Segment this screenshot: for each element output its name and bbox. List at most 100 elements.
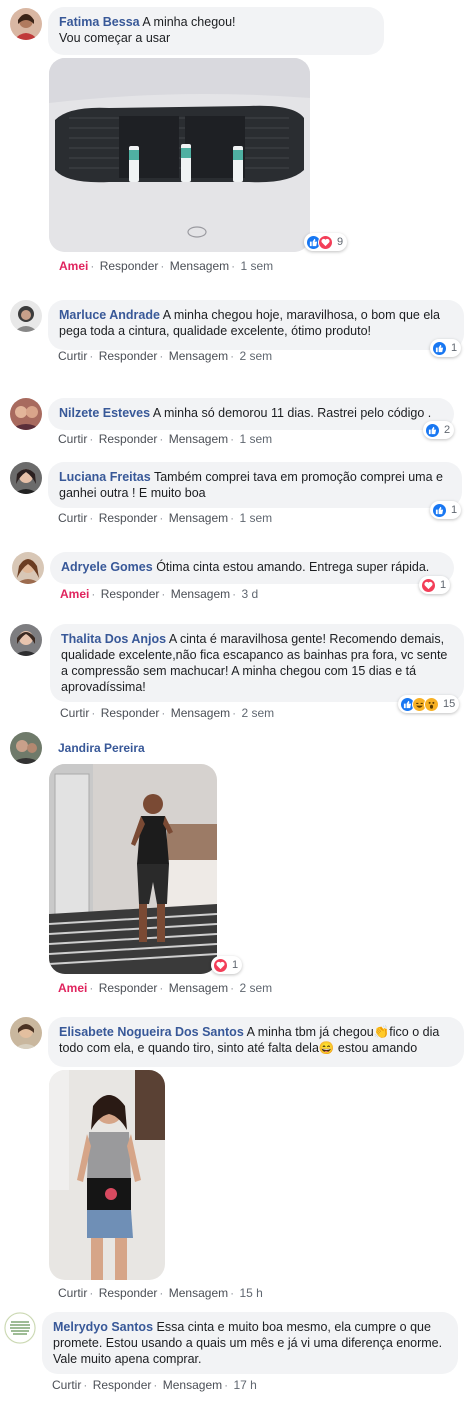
comment-fatima-bessa: Fatima Bessa A minha chegou! Vou começar…: [0, 0, 472, 280]
message-button[interactable]: Mensagem: [171, 706, 230, 720]
timestamp[interactable]: 2 sem: [239, 981, 272, 995]
avatar[interactable]: [10, 624, 42, 656]
reply-button[interactable]: Responder: [101, 706, 160, 720]
timestamp[interactable]: 2 sem: [239, 349, 272, 363]
author-name[interactable]: Nilzete Esteves: [59, 406, 150, 420]
comment-bubble: Nilzete Esteves A minha só demorou 11 di…: [48, 398, 454, 430]
avatar[interactable]: [10, 300, 42, 332]
reaction-summary[interactable]: 9: [304, 233, 348, 251]
message-button[interactable]: Mensagem: [170, 259, 229, 273]
avatar[interactable]: [10, 398, 42, 430]
reaction-summary[interactable]: 2: [423, 421, 455, 439]
comment-actions: Curtir · Responder · Mensagem · 1 sem: [58, 511, 273, 525]
love-reaction-icon: [318, 234, 333, 250]
comment-elisabete-nogueira-dos-santos: Elisabete Nogueira Dos Santos A minha tb…: [0, 1010, 472, 1305]
author-name[interactable]: Jandira Pereira: [58, 741, 145, 755]
comment-photo[interactable]: [49, 58, 310, 252]
comment-jandira-pereira: Jandira Pereira 1 Amei · Responder · Men…: [0, 728, 472, 1000]
love-button[interactable]: Amei: [59, 259, 88, 273]
timestamp[interactable]: 1 sem: [240, 259, 273, 273]
reply-button[interactable]: Responder: [101, 587, 160, 601]
avatar[interactable]: [10, 462, 42, 494]
like-button[interactable]: Curtir: [52, 1378, 81, 1392]
comment-text: A minha só demorou 11 dias. Rastrei pelo…: [152, 406, 432, 420]
reply-button[interactable]: Responder: [99, 349, 158, 363]
reaction-summary[interactable]: 1: [419, 576, 451, 594]
love-reaction-icon: [421, 577, 436, 593]
comment-luciana-freitas: Luciana Freitas Também comprei tava em p…: [0, 458, 472, 528]
timestamp[interactable]: 2 sem: [241, 706, 274, 720]
reaction-count: 2: [444, 424, 451, 436]
reaction-summary[interactable]: 1: [211, 956, 243, 974]
timestamp[interactable]: 17 h: [233, 1378, 256, 1392]
message-button[interactable]: Mensagem: [169, 1286, 228, 1300]
reply-button[interactable]: Responder: [93, 1378, 152, 1392]
comment-text: Ótima cinta estou amando. Entrega super …: [156, 560, 430, 574]
avatar[interactable]: [10, 732, 42, 764]
timestamp[interactable]: 1 sem: [239, 432, 272, 446]
reply-button[interactable]: Responder: [99, 1286, 158, 1300]
like-button[interactable]: Curtir: [58, 349, 87, 363]
message-button[interactable]: Mensagem: [163, 1378, 222, 1392]
love-reaction-icon: [213, 957, 228, 973]
author-name[interactable]: Luciana Freitas: [59, 470, 151, 484]
love-button[interactable]: Amei: [58, 981, 87, 995]
reaction-count: 9: [337, 236, 344, 248]
reaction-count: 15: [443, 698, 456, 710]
avatar[interactable]: [10, 8, 42, 40]
wow-reaction-icon: [424, 696, 439, 712]
like-reaction-icon: [432, 340, 447, 356]
author-name[interactable]: Thalita Dos Anjos: [61, 632, 166, 646]
reply-button[interactable]: Responder: [99, 981, 158, 995]
like-button[interactable]: Curtir: [58, 1286, 87, 1300]
avatar[interactable]: [4, 1312, 36, 1344]
like-button[interactable]: Curtir: [60, 706, 89, 720]
reaction-summary[interactable]: 1: [430, 501, 462, 519]
comment-melrydyo-santos: Melrydyo Santos Essa cinta e muito boa m…: [0, 1305, 472, 1401]
message-button[interactable]: Mensagem: [169, 349, 228, 363]
comment-actions: Curtir · Responder · Mensagem · 2 sem: [58, 349, 273, 363]
reply-button[interactable]: Responder: [99, 432, 158, 446]
comment-actions: Amei · Responder · Mensagem · 1 sem: [59, 259, 274, 273]
reaction-count: 1: [232, 959, 239, 971]
comment-actions: Curtir · Responder · Mensagem · 1 sem: [58, 432, 273, 446]
author-name[interactable]: Melrydyo Santos: [53, 1320, 153, 1334]
message-button[interactable]: Mensagem: [169, 432, 228, 446]
comment-bubble: Fatima Bessa A minha chegou! Vou começar…: [48, 7, 384, 55]
comment-photo[interactable]: [49, 1070, 165, 1280]
comment-actions: Amei · Responder · Mensagem · 2 sem: [58, 981, 273, 995]
like-reaction-icon: [425, 422, 440, 438]
comment-thalita-dos-anjos: Thalita Dos Anjos A cinta é maravilhosa …: [0, 620, 472, 725]
avatar[interactable]: [10, 1017, 42, 1049]
comment-adryele-gomes: Adryele Gomes Ótima cinta estou amando. …: [0, 545, 472, 605]
message-button[interactable]: Mensagem: [171, 587, 230, 601]
comment-nilzete-esteves: Nilzete Esteves A minha só demorou 11 di…: [0, 390, 472, 450]
like-reaction-icon: [432, 502, 447, 518]
author-name[interactable]: Elisabete Nogueira Dos Santos: [59, 1025, 244, 1039]
reply-button[interactable]: Responder: [100, 259, 159, 273]
author-name[interactable]: Fatima Bessa: [59, 15, 140, 29]
timestamp[interactable]: 15 h: [239, 1286, 262, 1300]
comment-bubble: Elisabete Nogueira Dos Santos A minha tb…: [48, 1017, 464, 1067]
reaction-summary[interactable]: 15: [398, 695, 460, 713]
comment-photo[interactable]: [49, 764, 217, 974]
like-button[interactable]: Curtir: [58, 511, 87, 525]
reply-button[interactable]: Responder: [99, 511, 158, 525]
reaction-summary[interactable]: 1: [430, 339, 462, 357]
comment-bubble: Marluce Andrade A minha chegou hoje, mar…: [48, 300, 464, 350]
comment-bubble: Thalita Dos Anjos A cinta é maravilhosa …: [50, 624, 464, 702]
comment-actions: Curtir · Responder · Mensagem · 2 sem: [60, 706, 275, 720]
message-button[interactable]: Mensagem: [169, 981, 228, 995]
comment-bubble: Melrydyo Santos Essa cinta e muito boa m…: [42, 1312, 458, 1374]
like-button[interactable]: Curtir: [58, 432, 87, 446]
love-button[interactable]: Amei: [60, 587, 89, 601]
timestamp[interactable]: 3 d: [241, 587, 258, 601]
author-name[interactable]: Adryele Gomes: [61, 560, 153, 574]
comment-bubble: Luciana Freitas Também comprei tava em p…: [48, 462, 462, 508]
comment-actions: Curtir · Responder · Mensagem · 17 h: [52, 1378, 257, 1392]
avatar[interactable]: [12, 552, 44, 584]
author-name[interactable]: Marluce Andrade: [59, 308, 160, 322]
timestamp[interactable]: 1 sem: [239, 511, 272, 525]
message-button[interactable]: Mensagem: [169, 511, 228, 525]
comment-actions: Curtir · Responder · Mensagem · 15 h: [58, 1286, 263, 1300]
